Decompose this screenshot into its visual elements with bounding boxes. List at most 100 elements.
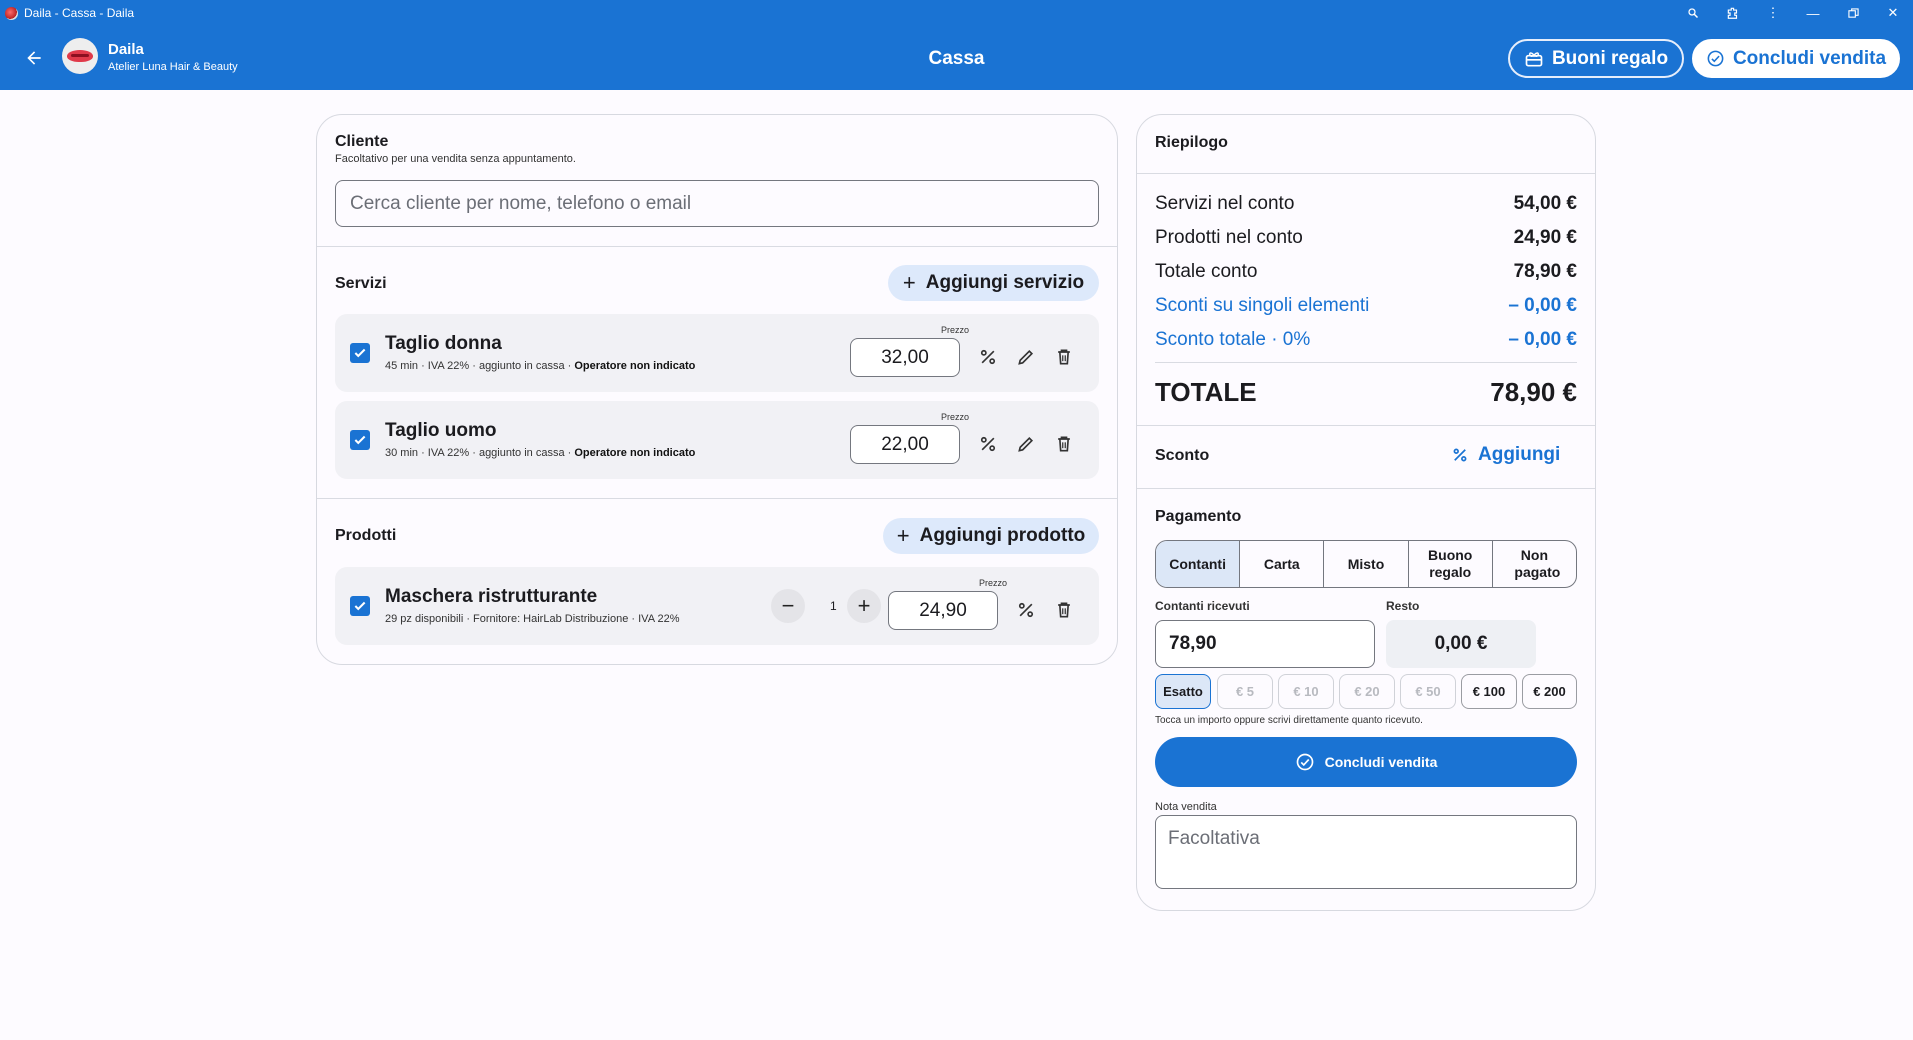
chip-exact[interactable]: Esatto <box>1155 674 1211 709</box>
services-section-title: Servizi <box>335 275 387 292</box>
app-logo-icon <box>5 6 18 20</box>
percent-icon <box>1018 602 1034 618</box>
percent-icon <box>980 436 996 452</box>
discount-button[interactable] <box>975 431 1001 457</box>
divider <box>1155 362 1577 363</box>
service-checkbox[interactable] <box>350 343 370 363</box>
service-row: Taglio donna 45 min · IVA 22% · aggiunto… <box>335 314 1099 392</box>
discount-section-title: Sconto <box>1155 447 1210 464</box>
chip-50[interactable]: € 50 <box>1400 674 1456 709</box>
payment-gift-option[interactable]: Buono regalo <box>1407 541 1492 587</box>
service-meta: 30 min · IVA 22% · aggiunto in cassa · O… <box>385 447 696 459</box>
plus-icon: + <box>857 593 871 618</box>
plus-icon: + <box>896 523 910 548</box>
window-titlebar: Daila - Cassa - Daila ⋮ — ✕ <box>0 0 1913 26</box>
sale-note-textarea[interactable]: Facoltativa <box>1155 815 1577 889</box>
edit-button[interactable] <box>1013 344 1039 370</box>
percent-icon <box>1453 448 1467 462</box>
product-checkbox[interactable] <box>350 596 370 616</box>
service-checkbox[interactable] <box>350 430 370 450</box>
payment-unpaid-option[interactable]: Non pagato <box>1491 541 1576 587</box>
decrease-qty-button[interactable]: − <box>771 589 805 623</box>
price-label: Prezzo <box>979 578 1008 588</box>
divider <box>1137 425 1595 426</box>
trash-icon <box>1058 349 1070 365</box>
discount-button[interactable] <box>1013 597 1039 623</box>
conclude-sale-top-button[interactable]: Concludi vendita <box>1692 39 1900 78</box>
close-icon[interactable]: ✕ <box>1873 5 1913 21</box>
add-service-button[interactable]: + Aggiungi servizio <box>888 265 1099 301</box>
summary-card: Riepilogo Servizi nel conto 54,00 € Prodo… <box>1136 114 1596 911</box>
summary-row-products: Prodotti nel conto 24,90 € <box>1155 227 1577 248</box>
summary-row-total-discount: Sconto totale · 0% – 0,00 € <box>1155 329 1577 350</box>
restore-icon[interactable] <box>1833 7 1873 19</box>
cash-received-input[interactable]: 78,90 <box>1155 620 1375 668</box>
plus-icon: + <box>902 270 916 295</box>
increase-qty-button[interactable]: + <box>847 589 881 623</box>
summary-row-subtotal: Totale conto 78,90 € <box>1155 261 1577 282</box>
delete-button[interactable] <box>1051 431 1077 457</box>
app-bar: Daila Atelier Luna Hair & Beauty Cassa B… <box>0 26 1913 90</box>
window-controls: ⋮ — ✕ <box>1673 0 1913 26</box>
delete-button[interactable] <box>1051 597 1077 623</box>
check-icon <box>354 601 366 611</box>
percent-icon <box>980 349 996 365</box>
service-price-input[interactable]: 22,00 <box>850 425 960 464</box>
check-icon <box>354 348 366 358</box>
minus-icon: − <box>781 593 795 618</box>
chip-200[interactable]: € 200 <box>1522 674 1577 709</box>
chip-100[interactable]: € 100 <box>1461 674 1517 709</box>
gift-card-icon <box>1525 51 1543 66</box>
payment-cash-option[interactable]: Contanti <box>1156 541 1240 587</box>
service-name: Taglio donna <box>385 333 502 354</box>
payment-mixed-option[interactable]: Misto <box>1323 541 1407 587</box>
chip-10[interactable]: € 10 <box>1278 674 1334 709</box>
extension-icon[interactable] <box>1713 6 1753 20</box>
delete-button[interactable] <box>1051 344 1077 370</box>
product-name: Maschera ristrutturante <box>385 586 598 607</box>
summary-total: TOTALE 78,90 € <box>1155 377 1577 407</box>
gift-cards-button[interactable]: Buoni regalo <box>1508 39 1684 78</box>
add-product-button[interactable]: + Aggiungi prodotto <box>883 518 1099 554</box>
change-value: 0,00 € <box>1386 620 1536 668</box>
product-meta: 29 pz disponibili · Fornitore: HairLab D… <box>385 613 680 625</box>
summary-row-services: Servizi nel conto 54,00 € <box>1155 193 1577 214</box>
conclude-sale-button[interactable]: Concludi vendita <box>1155 737 1577 787</box>
add-discount-button[interactable]: Aggiungi <box>1451 444 1560 466</box>
trash-icon <box>1058 602 1070 618</box>
check-icon <box>354 435 366 445</box>
payment-method-selector: Contanti Carta Misto Buono regalo Non pa… <box>1155 540 1577 588</box>
edit-button[interactable] <box>1013 431 1039 457</box>
trash-icon <box>1058 436 1070 452</box>
more-vert-icon[interactable]: ⋮ <box>1753 5 1793 21</box>
window-title: Daila - Cassa - Daila <box>24 6 135 20</box>
service-name: Taglio uomo <box>385 420 497 441</box>
check-circle-icon <box>1707 50 1724 67</box>
divider <box>1137 173 1595 174</box>
product-price-input[interactable]: 24,90 <box>888 591 998 630</box>
products-section-title: Prodotti <box>335 527 397 544</box>
discount-button[interactable] <box>975 344 1001 370</box>
client-section-subtitle: Facoltativo per una vendita senza appunt… <box>335 153 576 165</box>
zoom-icon[interactable] <box>1673 7 1713 19</box>
cash-received-label: Contanti ricevuti <box>1155 599 1250 613</box>
product-qty: 1 <box>830 599 837 613</box>
service-meta: 45 min · IVA 22% · aggiunto in cassa · O… <box>385 360 696 372</box>
pencil-icon <box>1018 349 1034 365</box>
sale-items-card: Cliente Facoltativo per una vendita senz… <box>316 114 1118 665</box>
chip-5[interactable]: € 5 <box>1217 674 1273 709</box>
change-label: Resto <box>1386 599 1420 613</box>
service-price-input[interactable]: 32,00 <box>850 338 960 377</box>
chip-20[interactable]: € 20 <box>1339 674 1395 709</box>
payment-section-title: Pagamento <box>1155 508 1242 525</box>
minimize-icon[interactable]: — <box>1793 6 1833 21</box>
pencil-icon <box>1018 436 1034 452</box>
payment-card-option[interactable]: Carta <box>1239 541 1323 587</box>
divider <box>317 246 1117 247</box>
price-label: Prezzo <box>941 325 970 335</box>
summary-title: Riepilogo <box>1155 134 1228 151</box>
divider <box>1137 488 1595 489</box>
client-search-input[interactable]: Cerca cliente per nome, telefono o email <box>335 180 1099 227</box>
sale-note-label: Nota vendita <box>1155 801 1217 813</box>
check-circle-icon <box>1296 753 1313 771</box>
